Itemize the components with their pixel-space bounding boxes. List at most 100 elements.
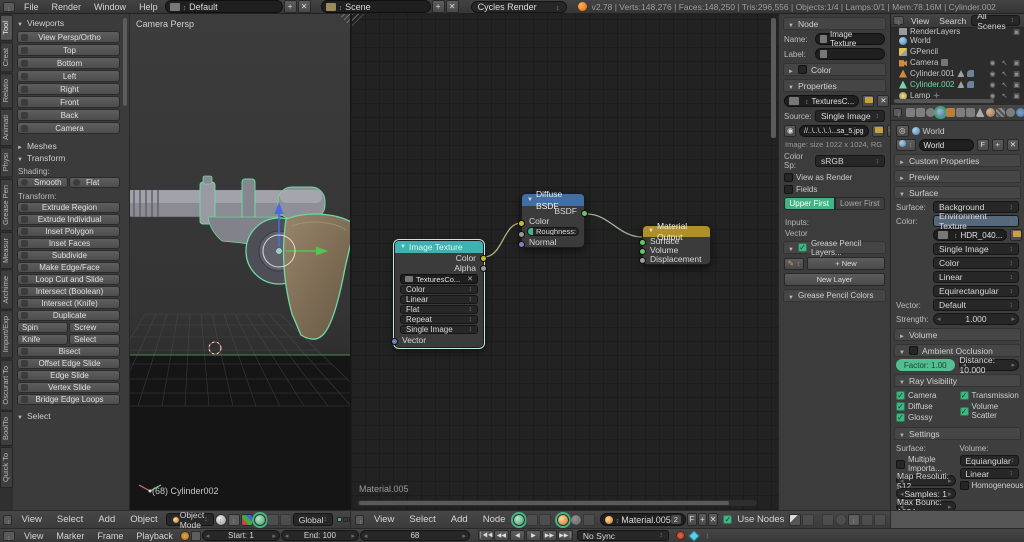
panel-header-preview[interactable]: Preview (894, 170, 1021, 183)
socket-alpha-out[interactable] (480, 265, 487, 272)
node-menu-add[interactable]: Add (444, 513, 475, 526)
rotate-manipulator-button[interactable] (266, 513, 279, 526)
dropdown-source[interactable]: Single Image (400, 325, 478, 334)
remove-layout-button[interactable]: ✕ (297, 0, 311, 13)
add-material-button[interactable]: + (697, 513, 708, 526)
tab-modifiers[interactable] (965, 108, 975, 117)
renderability-icon[interactable]: ▣ (1012, 92, 1021, 100)
shelf-tab-grease-pencil[interactable]: Grease Pen (0, 178, 13, 231)
sync-dropdown[interactable]: No Sync (576, 530, 669, 541)
dropdown-projection[interactable]: Flat (400, 305, 478, 314)
node-image-texture[interactable]: Image Texture Color Alpha TexturesCo... … (391, 239, 487, 349)
node-menu-node[interactable]: Node (476, 513, 513, 526)
tab-particles[interactable] (1005, 108, 1015, 117)
node-editor-vscrollbar[interactable] (771, 18, 776, 138)
add-scene-button[interactable]: + (431, 0, 445, 13)
shader-type-lamp-button[interactable] (539, 513, 552, 526)
button-extrude-region[interactable]: Extrude Region (17, 202, 120, 213)
button-inset-polygon[interactable]: Inset Polygon (17, 226, 120, 237)
button-make-edge-face[interactable]: Make Edge/Face (17, 262, 120, 273)
renderability-icon[interactable]: ▣ (1012, 70, 1021, 78)
auto-render-icon[interactable] (821, 513, 834, 526)
background-image-icon[interactable] (802, 513, 815, 526)
image-interp-dropdown[interactable]: Linear (933, 271, 1019, 283)
button-view-left[interactable]: Left (17, 70, 120, 82)
panel-header-custom-properties[interactable]: Custom Properties (894, 154, 1021, 167)
shader-type-object-button[interactable] (511, 511, 528, 528)
hdr-image-field[interactable]: HDR_040... (933, 229, 1008, 241)
button-intersect-boolean[interactable]: Intersect (Boolean) (17, 286, 120, 297)
tool-shelf-scrollbar[interactable] (123, 18, 127, 106)
open-file-button[interactable] (871, 125, 884, 137)
texture-paint-icon[interactable] (582, 513, 595, 526)
ao-distance-slider[interactable]: Distance: 10.000 (958, 355, 1019, 375)
socket-vector-in[interactable] (391, 338, 398, 345)
menu-help[interactable]: Help (133, 2, 164, 12)
outliner-scrollbar[interactable] (894, 99, 994, 103)
button-offset-edge-slide[interactable]: Offset Edge Slide (17, 358, 120, 369)
socket-normal-in[interactable] (518, 241, 525, 248)
shader-type-world-button[interactable] (526, 513, 539, 526)
pack-image-button[interactable] (862, 95, 875, 107)
menu-window[interactable]: Window (88, 2, 132, 12)
socket-color-in[interactable] (518, 220, 525, 227)
screen-layout-selector[interactable]: Default (164, 0, 283, 13)
world-datablock-browse[interactable] (896, 139, 916, 151)
volume-interpolation-dropdown[interactable]: Linear (959, 468, 1019, 479)
selectability-icon[interactable]: ↖ (1000, 70, 1009, 78)
color-source-dropdown[interactable]: Environment Texture (933, 211, 1019, 231)
panel-header-color[interactable]: Color (783, 63, 886, 76)
outliner-display-dropdown[interactable]: All Scenes (971, 14, 1020, 31)
start-frame-field[interactable]: Start: 1 (201, 530, 280, 541)
new-layer-button[interactable]: New Layer (784, 273, 885, 286)
button-intersect-knife[interactable]: Intersect (Knife) (17, 298, 120, 309)
button-loop-cut-slide[interactable]: Loop Cut and Slide (17, 274, 120, 285)
socket-color-out[interactable] (480, 255, 487, 262)
add-layout-button[interactable]: + (283, 0, 297, 13)
image-projection-dropdown[interactable]: Equirectangular (933, 285, 1019, 297)
homogeneous-checkbox[interactable] (959, 481, 969, 490)
node-header[interactable]: Image Texture (395, 241, 483, 253)
unlink-material-button[interactable]: ✕ (708, 513, 718, 526)
selectability-icon[interactable]: ↖ (1000, 92, 1009, 100)
button-extrude-individual[interactable]: Extrude Individual (17, 214, 120, 225)
editor-type-icon[interactable] (893, 108, 902, 117)
timeline-menu-view[interactable]: View (18, 531, 49, 541)
renderability-icon[interactable]: ▣ (1012, 81, 1021, 89)
panel-header-node[interactable]: Node (783, 17, 886, 30)
node-label-field[interactable] (815, 48, 885, 60)
ray-volume-scatter-checkbox[interactable] (959, 406, 969, 416)
timeline-menu-frame[interactable]: Frame (91, 531, 129, 541)
panel-header-transform[interactable]: Transform (17, 152, 120, 164)
source-dropdown[interactable]: Single Image (815, 110, 885, 122)
socket-volume-in[interactable] (639, 248, 646, 255)
button-view-persp-ortho[interactable]: View Persp/Ortho (17, 31, 120, 43)
shelf-tab-bool-tool[interactable]: BoolTo (0, 411, 13, 447)
outliner-menu-search[interactable]: Search (934, 16, 971, 26)
panel-header-gp-layers[interactable]: Grease Pencil Layers... (783, 239, 886, 257)
outliner-item-camera[interactable]: Camera ◉ ↖ ▣ (891, 57, 1024, 68)
image-datablock-field[interactable]: TexturesCo... ✕ (400, 274, 478, 284)
node-diffuse-bsdf[interactable]: Diffuse BSDF BSDF Color Roughness: 0.000… (518, 189, 588, 248)
max-bounces-slider[interactable]: Max Bounc: 1024 (896, 497, 956, 510)
next-keyframe-button[interactable]: ▶▶ (541, 530, 557, 541)
button-shade-smooth[interactable]: Smooth (17, 177, 68, 188)
mode-dropdown[interactable]: Object Mode (165, 510, 214, 530)
outliner-item-gpencil[interactable]: GPencil (891, 46, 1024, 57)
unlink-world-button[interactable]: ✕ (1006, 139, 1019, 151)
auto-keying-icon[interactable] (688, 529, 700, 542)
shelf-tab-import-export[interactable]: Import/Exp (0, 310, 13, 359)
tab-texture[interactable] (995, 108, 1005, 117)
jump-to-start-button[interactable]: ⏐◀◀ (477, 530, 493, 541)
open-image-button[interactable] (1010, 229, 1023, 241)
multiple-importance-checkbox[interactable] (896, 459, 905, 469)
record-button[interactable] (675, 531, 685, 540)
shelf-tab-measure[interactable]: Measur (0, 231, 13, 269)
viewport-3d[interactable]: Camera Persp (68) Cylinder002 (130, 14, 350, 510)
refresh-icon[interactable] (834, 513, 847, 526)
ray-transmission-checkbox[interactable] (959, 391, 969, 400)
remove-scene-button[interactable]: ✕ (445, 0, 459, 13)
fake-user-button[interactable]: F (976, 139, 989, 151)
tab-object[interactable] (945, 108, 955, 117)
panel-header-viewports[interactable]: Viewports (17, 17, 120, 29)
